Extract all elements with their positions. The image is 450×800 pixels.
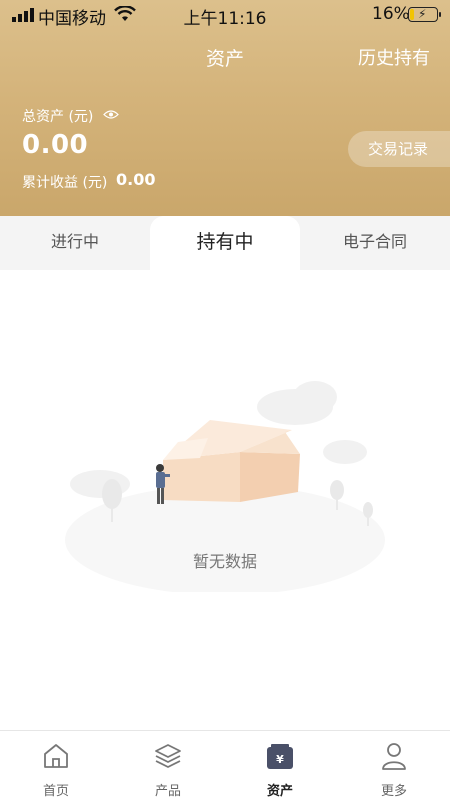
layers-icon xyxy=(155,744,181,768)
tab-holding[interactable]: 持有中 xyxy=(150,216,300,270)
asset-header: 中国移动 上午11:16 16% ⚡ 资产 历史持有 总资产 (元) 0.00 … xyxy=(0,0,450,222)
nav-home[interactable]: 首页 xyxy=(0,731,112,800)
empty-state-message: 暂无数据 xyxy=(192,552,257,571)
cumulative-income-value: 0.00 xyxy=(116,170,156,189)
total-assets-label: 总资产 (元) xyxy=(22,109,94,125)
nav-products-label: 产品 xyxy=(154,784,181,799)
nav-more-label: 更多 xyxy=(380,784,407,799)
nav-home-label: 首页 xyxy=(42,784,69,799)
battery-icon: ⚡ xyxy=(408,7,441,22)
battery-level xyxy=(410,9,414,20)
charging-bolt-icon: ⚡ xyxy=(418,7,427,21)
holding-tabs: 进行中 持有中 电子合同 xyxy=(0,216,450,270)
battery-percent: 16% xyxy=(372,4,410,24)
nav-products[interactable]: 产品 xyxy=(112,731,224,800)
cumulative-income-label: 累计收益 (元) xyxy=(22,175,108,191)
user-icon xyxy=(382,743,406,770)
total-assets-value: 0.00 xyxy=(22,130,89,160)
status-bar: 中国移动 上午11:16 16% ⚡ xyxy=(0,0,450,30)
history-holdings-link[interactable]: 历史持有 xyxy=(358,44,430,70)
eye-icon[interactable] xyxy=(103,109,119,120)
tab-e-contract[interactable]: 电子合同 xyxy=(300,216,450,270)
nav-assets-label: 资产 xyxy=(266,784,293,799)
home-icon xyxy=(44,744,68,768)
nav-assets[interactable]: ¥ 资产 xyxy=(224,731,336,800)
wallet-yen-icon: ¥ xyxy=(267,744,293,769)
nav-more[interactable]: 更多 xyxy=(338,731,450,800)
bottom-tab-bar: 首页 产品 ¥ 资产 更多 xyxy=(0,730,450,800)
svg-text:¥: ¥ xyxy=(276,753,284,766)
tab-in-progress[interactable]: 进行中 xyxy=(0,216,150,270)
trade-records-button[interactable]: 交易记录 xyxy=(348,131,450,167)
